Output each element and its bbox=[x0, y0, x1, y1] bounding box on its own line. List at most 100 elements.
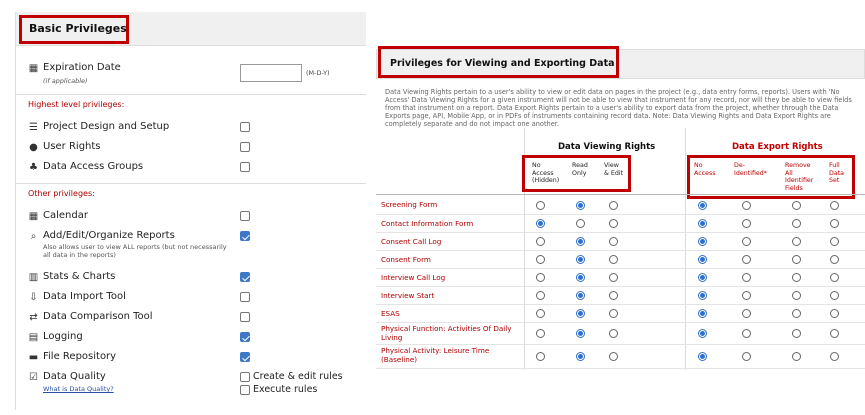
privilege-label: Data Access Groups bbox=[43, 161, 144, 172]
column-header-line: Read bbox=[572, 162, 588, 169]
privilege-label: Data Comparison Tool bbox=[43, 311, 153, 322]
export-rights-radio[interactable] bbox=[698, 237, 707, 246]
view-rights-radio[interactable] bbox=[576, 291, 585, 300]
privilege-checkbox[interactable] bbox=[240, 142, 250, 152]
folder-icon: ▬ bbox=[28, 352, 39, 363]
export-rights-radio[interactable] bbox=[742, 273, 751, 282]
export-rights-radio[interactable] bbox=[742, 219, 751, 228]
instrument-name: Physical Activity: Leisure Time (Baselin… bbox=[381, 346, 490, 364]
export-rights-radio[interactable] bbox=[742, 329, 751, 338]
export-rights-radio[interactable] bbox=[698, 201, 707, 210]
export-rights-radio[interactable] bbox=[698, 219, 707, 228]
view-rights-radio[interactable] bbox=[609, 329, 618, 338]
export-rights-radio[interactable] bbox=[792, 219, 801, 228]
privilege-checkbox[interactable] bbox=[240, 332, 250, 342]
export-rights-radio[interactable] bbox=[792, 291, 801, 300]
view-rights-radio[interactable] bbox=[609, 273, 618, 282]
export-rights-radio[interactable] bbox=[792, 309, 801, 318]
export-rights-radio[interactable] bbox=[742, 352, 751, 361]
privilege-checkbox[interactable] bbox=[240, 162, 250, 172]
users-icon: ♣ bbox=[29, 162, 38, 173]
view-rights-radio[interactable] bbox=[576, 273, 585, 282]
export-rights-radio[interactable] bbox=[792, 273, 801, 282]
privilege-checkbox[interactable] bbox=[240, 292, 250, 302]
export-rights-radio[interactable] bbox=[830, 291, 839, 300]
export-rights-radio[interactable] bbox=[830, 219, 839, 228]
export-rights-radio[interactable] bbox=[830, 309, 839, 318]
basic-privileges-title: Basic Privileges bbox=[29, 22, 127, 35]
export-rights-radio[interactable] bbox=[792, 329, 801, 338]
instrument-name: ESAS bbox=[381, 309, 400, 318]
view-rights-radio[interactable] bbox=[609, 237, 618, 246]
export-rights-radio[interactable] bbox=[698, 309, 707, 318]
view-rights-radio[interactable] bbox=[576, 201, 585, 210]
view-rights-radio[interactable] bbox=[609, 309, 618, 318]
table-header-rule bbox=[376, 194, 865, 195]
divider bbox=[16, 94, 366, 95]
view-rights-radio[interactable] bbox=[609, 201, 618, 210]
view-rights-radio[interactable] bbox=[536, 219, 545, 228]
view-rights-radio[interactable] bbox=[609, 255, 618, 264]
export-rights-radio[interactable] bbox=[830, 201, 839, 210]
column-header-line: Identified* bbox=[734, 169, 767, 177]
export-rights-radio[interactable] bbox=[792, 255, 801, 264]
view-rights-radio[interactable] bbox=[576, 237, 585, 246]
instrument-name: Consent Call Log bbox=[381, 237, 442, 246]
data-quality-checkbox[interactable] bbox=[240, 372, 250, 382]
column-header: Remove All Identifier Fields bbox=[785, 162, 813, 192]
column-header-line: Data bbox=[829, 169, 845, 177]
view-rights-radio[interactable] bbox=[536, 309, 545, 318]
bar-chart-icon: ▥ bbox=[28, 272, 39, 283]
view-rights-radio[interactable] bbox=[609, 352, 618, 361]
export-rights-radio[interactable] bbox=[698, 273, 707, 282]
column-header: De- Identified* bbox=[734, 162, 767, 177]
privilege-checkbox[interactable] bbox=[240, 211, 250, 221]
view-rights-radio[interactable] bbox=[576, 219, 585, 228]
export-rights-radio[interactable] bbox=[742, 291, 751, 300]
view-rights-radio[interactable] bbox=[536, 291, 545, 300]
view-rights-radio[interactable] bbox=[536, 201, 545, 210]
view-rights-radio[interactable] bbox=[536, 352, 545, 361]
instrument-name: Contact Information Form bbox=[381, 219, 474, 228]
view-rights-radio[interactable] bbox=[576, 329, 585, 338]
export-rights-radio[interactable] bbox=[698, 255, 707, 264]
view-rights-radio[interactable] bbox=[536, 237, 545, 246]
export-rights-radio[interactable] bbox=[698, 329, 707, 338]
export-rights-radio[interactable] bbox=[698, 291, 707, 300]
data-quality-help-link[interactable]: What is Data Quality? bbox=[43, 385, 114, 393]
export-rights-radio[interactable] bbox=[792, 352, 801, 361]
search-icon: ⌕ bbox=[30, 231, 37, 242]
export-rights-radio[interactable] bbox=[792, 237, 801, 246]
column-header-line: & Edit bbox=[604, 169, 624, 177]
view-rights-radio[interactable] bbox=[576, 309, 585, 318]
view-rights-radio[interactable] bbox=[576, 352, 585, 361]
view-rights-radio[interactable] bbox=[609, 291, 618, 300]
export-rights-radio[interactable] bbox=[830, 237, 839, 246]
export-rights-radio[interactable] bbox=[830, 352, 839, 361]
instrument-name: Interview Start bbox=[381, 291, 435, 300]
privilege-checkbox[interactable] bbox=[240, 231, 250, 241]
privilege-checkbox[interactable] bbox=[240, 352, 250, 362]
view-rights-radio[interactable] bbox=[536, 329, 545, 338]
column-header-line: No bbox=[532, 162, 541, 169]
export-rights-radio[interactable] bbox=[742, 237, 751, 246]
export-rights-radio[interactable] bbox=[742, 255, 751, 264]
export-rights-radio[interactable] bbox=[698, 352, 707, 361]
view-rights-radio[interactable] bbox=[609, 219, 618, 228]
privilege-checkbox[interactable] bbox=[240, 122, 250, 132]
view-rights-radio[interactable] bbox=[536, 273, 545, 282]
export-rights-radio[interactable] bbox=[830, 273, 839, 282]
view-rights-radio[interactable] bbox=[576, 255, 585, 264]
column-header-line: Access bbox=[694, 169, 716, 177]
export-rights-radio[interactable] bbox=[830, 329, 839, 338]
privilege-checkbox[interactable] bbox=[240, 312, 250, 322]
privilege-checkbox[interactable] bbox=[240, 272, 250, 282]
data-quality-checkbox[interactable] bbox=[240, 385, 250, 395]
column-header-line: Only bbox=[572, 169, 587, 177]
export-rights-radio[interactable] bbox=[830, 255, 839, 264]
expiration-date-input[interactable] bbox=[240, 64, 302, 82]
export-rights-radio[interactable] bbox=[742, 201, 751, 210]
export-rights-radio[interactable] bbox=[742, 309, 751, 318]
export-rights-radio[interactable] bbox=[792, 201, 801, 210]
view-rights-radio[interactable] bbox=[536, 255, 545, 264]
